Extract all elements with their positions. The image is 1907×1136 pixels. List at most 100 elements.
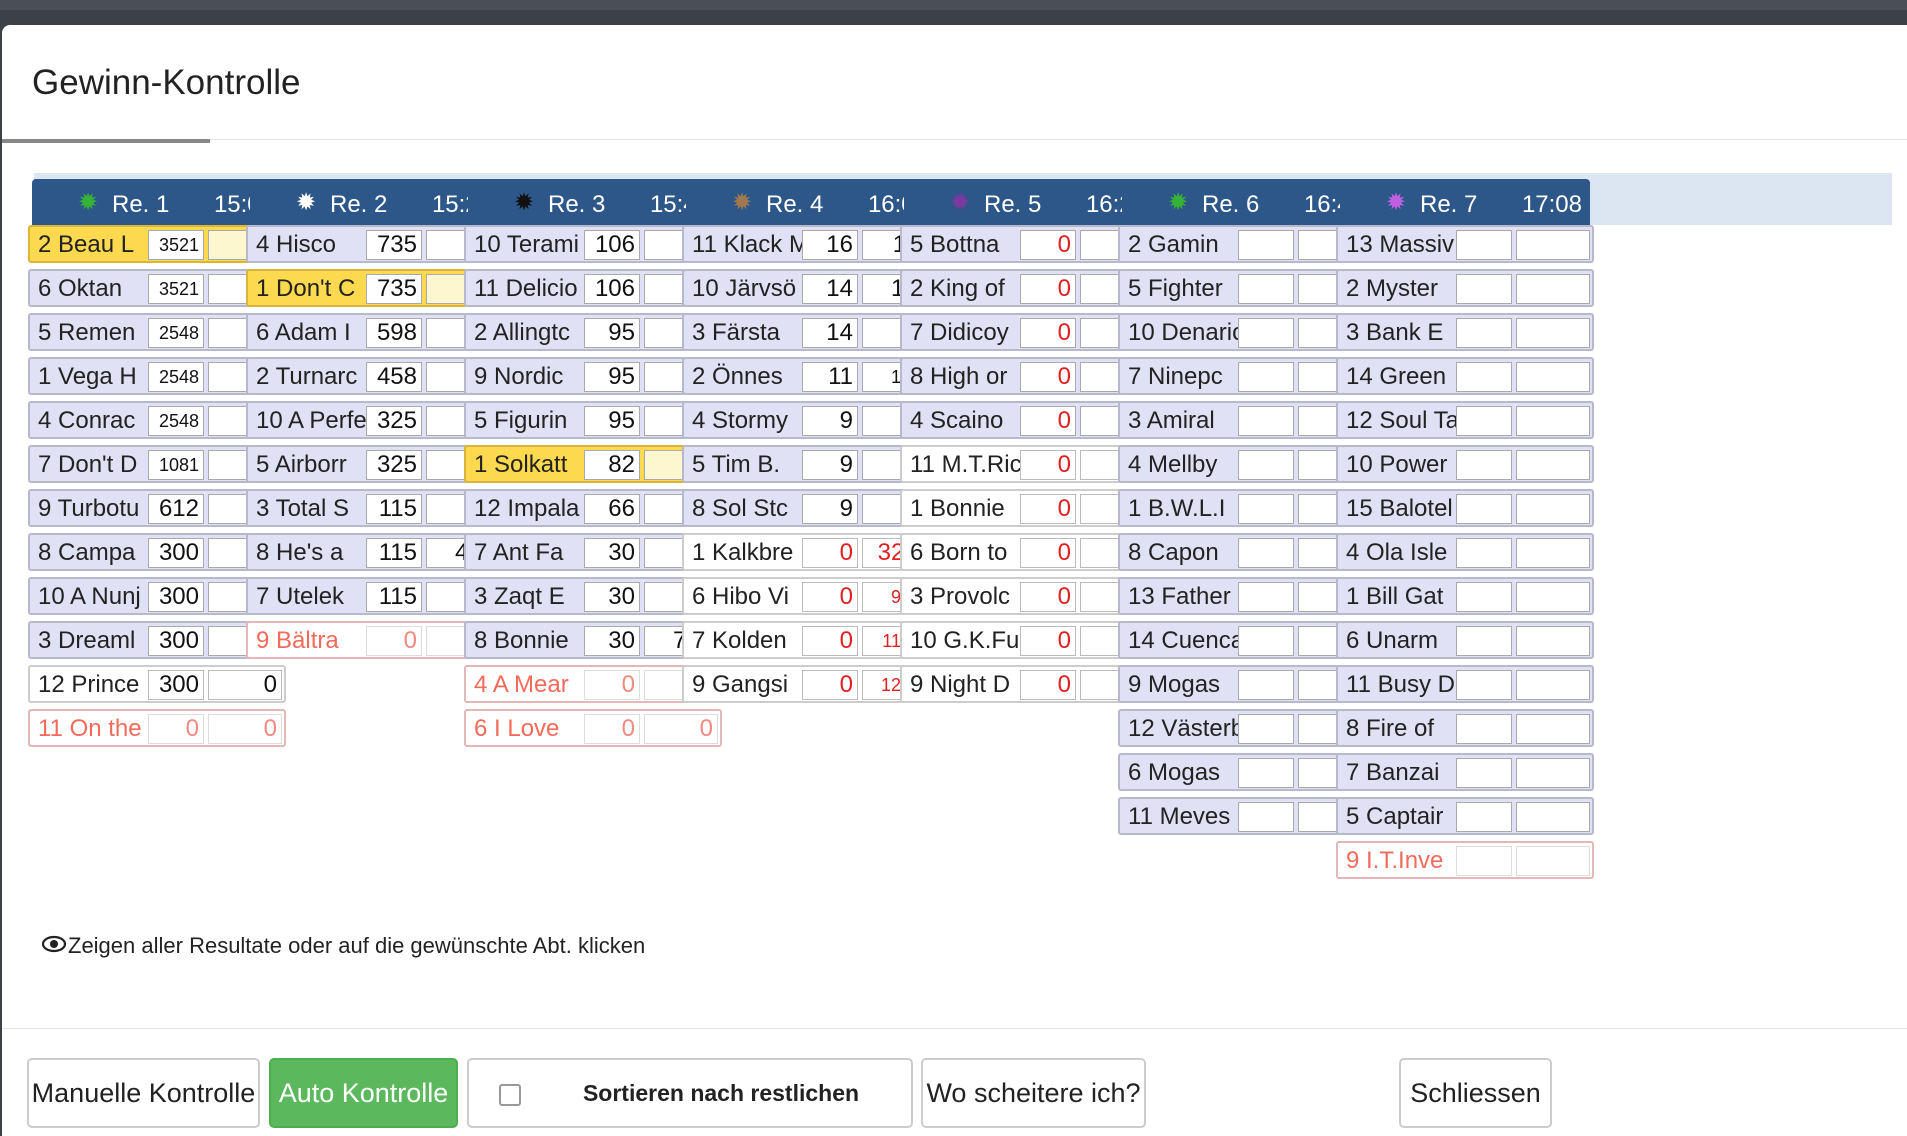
horse-row[interactable]: 7 Banzai [1336,753,1594,791]
horse-row[interactable]: 3 Bank E [1336,313,1594,351]
race-header-7[interactable]: ✹ Re. 7 17:08 [1340,179,1590,229]
marks-value: 14 [802,318,858,348]
marks-value [1456,494,1512,524]
horse-row[interactable]: 12 Soul Ta [1336,401,1594,439]
rank-value [1516,450,1590,480]
race-header-5[interactable]: ✹ Re. 5 16:28 [904,179,1154,229]
race-header-4[interactable]: ✹ Re. 4 16:06 [686,179,936,229]
auto-control-button[interactable]: Auto Kontrolle [269,1058,458,1128]
marks-value: 9 [802,450,858,480]
horse-name: 2 Myster [1346,275,1439,302]
horse-row[interactable]: 4 Ola Isle [1336,533,1594,571]
horse-row[interactable]: 6 I Love 0 0 [464,709,722,747]
horse-name: 6 Oktan [38,275,123,302]
horse-name: 10 A Nunj [38,583,141,610]
horse-name: 4 Hisco [256,231,337,258]
horse-name: 6 I Love [474,715,560,742]
marks-value: 9 [802,494,858,524]
marks-value [1456,758,1512,788]
horse-row[interactable]: 8 Fire of [1336,709,1594,747]
horse-name: 12 Prince [38,671,140,698]
marks-value: 0 [802,626,858,656]
horse-name: 1 Bonnie [910,495,1005,522]
marks-value: 735 [366,230,422,260]
rank-value [1516,274,1590,304]
horse-name: 8 Sol Stc [692,495,789,522]
manual-control-button[interactable]: Manuelle Kontrolle [27,1058,260,1128]
rank-value [1516,802,1590,832]
horse-row[interactable]: 15 Balotel [1336,489,1594,527]
marks-value: 30 [584,582,640,612]
marks-value [1456,582,1512,612]
marks-value [1238,538,1294,568]
gewinn-kontrolle-dialog: Gewinn-Kontrolle ✹ Re. 1 15:00 2 Beau L 3521… [2,25,1907,1136]
marks-value [1456,406,1512,436]
horse-row[interactable]: 5 Captair [1336,797,1594,835]
race-header-1[interactable]: ✹ Re. 1 15:00 [32,179,282,229]
horse-row[interactable]: 9 I.T.Inve [1336,841,1594,879]
horse-name: 4 Scaino [910,407,1004,434]
sort-remaining-checkbox-group[interactable]: Sortieren nach restlichen Markierungen [467,1058,913,1128]
horse-row[interactable]: 2 Myster [1336,269,1594,307]
marks-value [1456,846,1512,876]
sort-checkbox-label[interactable]: Sortieren nach restlichen Markierungen [531,1060,911,1136]
horse-row[interactable]: 13 Massiv [1336,225,1594,263]
eye-icon [41,933,68,959]
race-burst-icon: ✹ [78,189,99,216]
horse-name: 6 Born to [910,539,1008,566]
horse-name: 5 Tim B. [692,451,781,478]
marks-value [1456,362,1512,392]
race-name: Re. 1 [112,191,170,218]
horse-name: 11 Meves [1128,803,1231,830]
horse-row[interactable]: 11 Busy D [1336,665,1594,703]
horse-row[interactable]: 11 On the 0 0 [28,709,286,747]
horse-name: 13 Father [1128,583,1231,610]
marks-value [1238,318,1294,348]
race-burst-icon: ✹ [1386,189,1407,216]
horse-name: 3 Total S [256,495,349,522]
horse-name: 4 Ola Isle [1346,539,1448,566]
race-header-6[interactable]: ✹ Re. 6 16:48 [1122,179,1372,229]
horse-row[interactable]: 1 Bill Gat [1336,577,1594,615]
horse-row[interactable]: 10 Power [1336,445,1594,483]
marks-value [1238,230,1294,260]
dialog-header: Gewinn-Kontrolle [2,25,1907,140]
horse-row[interactable]: 14 Green [1336,357,1594,395]
marks-value: 16 [802,230,858,260]
background-topbar [0,0,1907,10]
horse-name: 3 Bank E [1346,319,1444,346]
sort-checkbox[interactable] [499,1084,521,1106]
marks-value: 115 [366,494,422,524]
marks-value: 0 [148,714,204,744]
horse-name: 3 Amiral [1128,407,1215,434]
marks-value: 0 [1020,230,1076,260]
horse-name: 10 Power [1346,451,1448,478]
race-name: Re. 4 [766,191,824,218]
horse-name: 1 Bill Gat [1346,583,1444,610]
marks-value: 1081 [148,450,204,480]
race-header-2[interactable]: ✹ Re. 2 15:22 [250,179,500,229]
race-burst-icon: ✹ [732,189,753,216]
horse-row[interactable]: 12 Prince 300 0 [28,665,286,703]
horse-name: 4 Conrac [38,407,136,434]
marks-value: 9 [802,406,858,436]
horse-name: 12 Impala [474,495,580,522]
marks-value: 0 [1020,274,1076,304]
close-button[interactable]: Schliessen [1399,1058,1552,1128]
marks-value [1456,626,1512,656]
marks-value: 300 [148,538,204,568]
horse-name: 3 Zaqt E [474,583,565,610]
horse-name: 4 Stormy [692,407,789,434]
marks-value: 0 [1020,494,1076,524]
horse-name: 9 Mogas [1128,671,1221,698]
marks-value: 325 [366,406,422,436]
horse-name: 6 Hibo Vi [692,583,789,610]
race-name: Re. 5 [984,191,1042,218]
horse-row[interactable]: 6 Unarm [1336,621,1594,659]
where-fail-button[interactable]: Wo scheitere ich? [921,1058,1146,1128]
marks-value [1456,230,1512,260]
race-header-3[interactable]: ✹ Re. 3 15:44 [468,179,718,229]
horse-name: 12 Västerb [1128,715,1238,742]
horse-name: 8 He's a [256,539,344,566]
horse-name: 4 A Mear [474,671,569,698]
